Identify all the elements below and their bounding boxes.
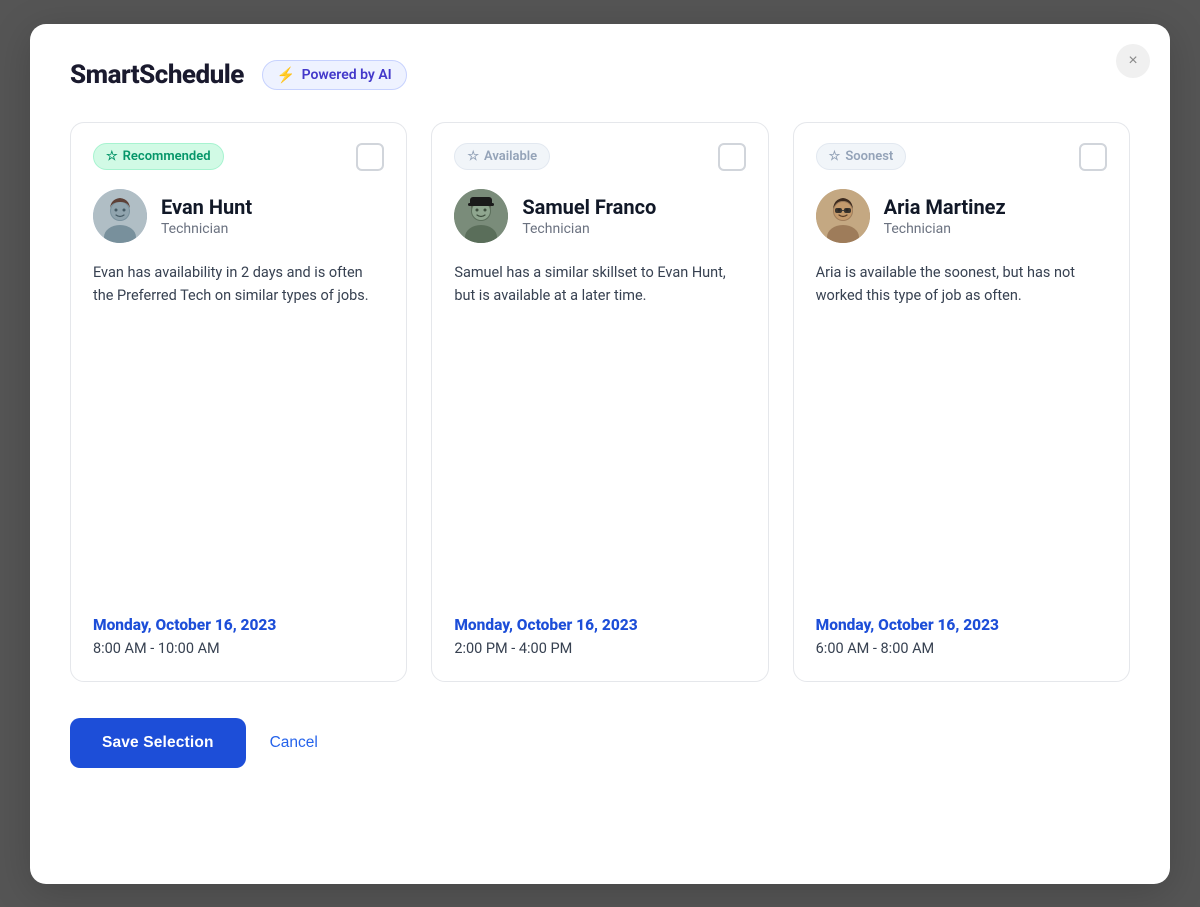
cancel-button[interactable]: Cancel	[270, 734, 318, 752]
card-time-evan: 8:00 AM - 10:00 AM	[93, 640, 384, 657]
star-icon-samuel: ☆	[467, 149, 479, 164]
avatar-aria	[816, 189, 870, 243]
card-desc-samuel: Samuel has a similar skillset to Evan Hu…	[454, 261, 745, 592]
smart-schedule-modal: × SmartSchedule ⚡ Powered by AI ☆ Recomm…	[30, 24, 1170, 884]
bolt-icon: ⚡	[277, 66, 296, 84]
ai-badge-label: Powered by AI	[302, 67, 392, 83]
star-icon-evan: ☆	[106, 149, 118, 164]
bottom-bar: Save Selection Cancel	[70, 718, 1130, 768]
technician-row-samuel: Samuel Franco Technician	[454, 189, 745, 243]
save-selection-button[interactable]: Save Selection	[70, 718, 246, 768]
select-aria-checkbox[interactable]	[1079, 143, 1107, 171]
avatar-aria-svg	[816, 189, 870, 243]
card-evan: ☆ Recommended	[70, 122, 407, 682]
card-desc-evan: Evan has availability in 2 days and is o…	[93, 261, 384, 592]
star-icon-aria: ☆	[829, 149, 841, 164]
technician-row-aria: Aria Martinez Technician	[816, 189, 1107, 243]
tech-info-evan: Evan Hunt Technician	[161, 195, 252, 237]
card-date-aria: Monday, October 16, 2023	[816, 616, 1107, 634]
badge-soonest: ☆ Soonest	[816, 143, 907, 170]
card-date-evan: Monday, October 16, 2023	[93, 616, 384, 634]
badge-label-evan: Recommended	[123, 149, 211, 164]
card-footer-aria: Monday, October 16, 2023 6:00 AM - 8:00 …	[816, 592, 1107, 657]
card-time-aria: 6:00 AM - 8:00 AM	[816, 640, 1107, 657]
card-time-samuel: 2:00 PM - 4:00 PM	[454, 640, 745, 657]
select-evan-checkbox[interactable]	[356, 143, 384, 171]
avatar-evan-svg	[93, 189, 147, 243]
close-button[interactable]: ×	[1116, 44, 1150, 78]
card-top-aria: ☆ Soonest	[816, 143, 1107, 171]
select-samuel-checkbox[interactable]	[718, 143, 746, 171]
card-samuel: ☆ Available	[431, 122, 768, 682]
avatar-samuel-svg	[454, 189, 508, 243]
badge-available: ☆ Available	[454, 143, 550, 170]
card-footer-samuel: Monday, October 16, 2023 2:00 PM - 4:00 …	[454, 592, 745, 657]
card-footer-evan: Monday, October 16, 2023 8:00 AM - 10:00…	[93, 592, 384, 657]
close-icon: ×	[1128, 52, 1137, 70]
card-date-samuel: Monday, October 16, 2023	[454, 616, 745, 634]
tech-role-aria: Technician	[884, 221, 1006, 237]
technician-row-evan: Evan Hunt Technician	[93, 189, 384, 243]
tech-name-aria: Aria Martinez	[884, 195, 1006, 219]
modal-header: SmartSchedule ⚡ Powered by AI	[70, 60, 1130, 90]
tech-info-samuel: Samuel Franco Technician	[522, 195, 656, 237]
tech-role-samuel: Technician	[522, 221, 656, 237]
badge-label-aria: Soonest	[845, 149, 893, 164]
tech-name-samuel: Samuel Franco	[522, 195, 656, 219]
badge-recommended: ☆ Recommended	[93, 143, 224, 170]
avatar-samuel	[454, 189, 508, 243]
avatar-evan	[93, 189, 147, 243]
tech-name-evan: Evan Hunt	[161, 195, 252, 219]
ai-badge: ⚡ Powered by AI	[262, 60, 407, 90]
cards-row: ☆ Recommended	[70, 122, 1130, 682]
badge-label-samuel: Available	[484, 149, 537, 164]
card-top-samuel: ☆ Available	[454, 143, 745, 171]
card-desc-aria: Aria is available the soonest, but has n…	[816, 261, 1107, 592]
app-title: SmartSchedule	[70, 60, 244, 90]
tech-role-evan: Technician	[161, 221, 252, 237]
tech-info-aria: Aria Martinez Technician	[884, 195, 1006, 237]
card-aria: ☆ Soonest	[793, 122, 1130, 682]
card-top-evan: ☆ Recommended	[93, 143, 384, 171]
